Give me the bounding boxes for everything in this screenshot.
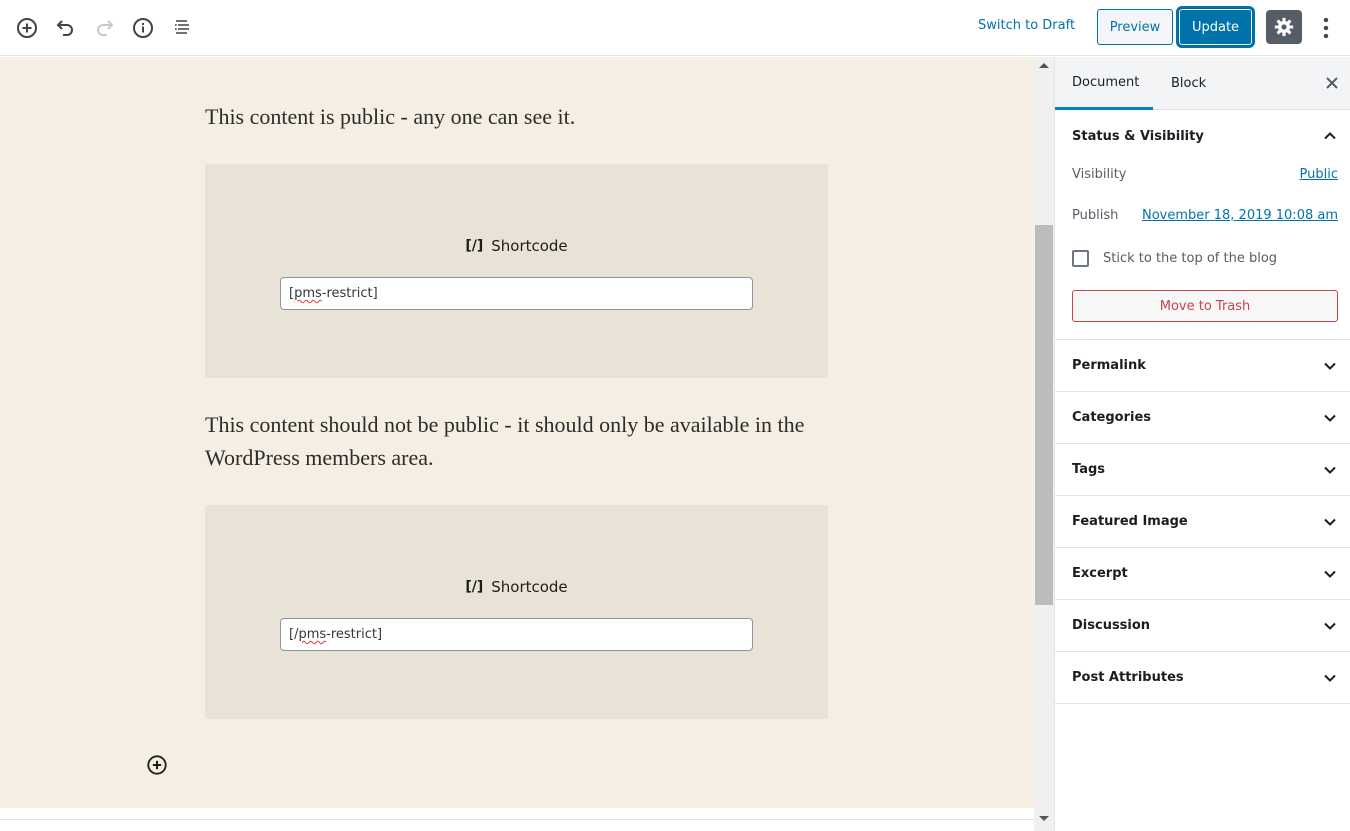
arrow-down-icon: [1039, 816, 1049, 821]
block-navigation-button[interactable]: [168, 14, 196, 42]
panel-permalink[interactable]: Permalink: [1055, 340, 1350, 392]
shortcode-label: [/] Shortcode: [205, 237, 828, 255]
update-button[interactable]: Update: [1178, 8, 1253, 46]
chevron-down-icon: [1324, 674, 1336, 682]
more-tools-button[interactable]: [1314, 14, 1338, 42]
shortcode-icon: [/]: [465, 579, 484, 595]
move-to-trash-button[interactable]: Move to Trash: [1072, 290, 1338, 322]
panel-toggle-status-visibility[interactable]: Status & Visibility: [1055, 110, 1350, 162]
spellcheck-word: pms: [298, 627, 327, 642]
more-vertical-icon: [1323, 17, 1329, 39]
settings-button[interactable]: [1266, 10, 1302, 44]
undo-button[interactable]: [52, 14, 80, 42]
scroll-down-button[interactable]: [1034, 815, 1054, 827]
spellcheck-word: pms: [294, 286, 322, 301]
chevron-down-icon: [1324, 518, 1336, 526]
chevron-down-icon: [1324, 570, 1336, 578]
visibility-row: Visibility Public: [1072, 167, 1338, 182]
panel-title: Categories: [1072, 410, 1152, 425]
panel-tags[interactable]: Tags: [1055, 444, 1350, 496]
sidebar-tabs: Document Block: [1055, 57, 1350, 110]
add-block-inline-button[interactable]: [146, 754, 168, 776]
editor-scrollbar[interactable]: [1034, 57, 1054, 831]
shortcode-input[interactable]: [pms -restrict]: [280, 277, 753, 310]
shortcode-block[interactable]: [/] Shortcode [pms -restrict]: [205, 164, 828, 378]
gear-icon: [1274, 17, 1294, 37]
redo-icon: [97, 20, 114, 36]
undo-icon: [56, 20, 73, 36]
panel-title: Featured Image: [1072, 514, 1188, 529]
arrow-up-icon: [1039, 63, 1049, 68]
editor-canvas: This content is public - any one can see…: [0, 57, 1034, 808]
shortcode-input[interactable]: [/pms -restrict]: [280, 618, 753, 651]
sidebar-panels: Permalink Categories Tags Featured Image…: [1055, 340, 1350, 704]
publish-row: Publish November 18, 2019 10:08 am: [1072, 208, 1338, 223]
scroll-up-button[interactable]: [1034, 61, 1054, 73]
shortcode-title: Shortcode: [491, 237, 568, 255]
switch-to-draft-button[interactable]: Switch to Draft: [970, 18, 1083, 33]
close-sidebar-button[interactable]: [1322, 73, 1342, 93]
settings-sidebar: Document Block Status & Visibility Visib…: [1054, 57, 1350, 831]
content-info-button[interactable]: [129, 14, 157, 42]
list-outline-icon: [175, 20, 189, 34]
tab-document[interactable]: Document: [1055, 57, 1153, 110]
visibility-link[interactable]: Public: [1300, 167, 1338, 182]
scrollbar-thumb[interactable]: [1035, 225, 1053, 605]
panel-title: Permalink: [1072, 358, 1146, 373]
panel-title: Discussion: [1072, 618, 1151, 633]
publish-date-link[interactable]: November 18, 2019 10:08 am: [1142, 208, 1338, 223]
editor-area: This content is public - any one can see…: [0, 57, 1034, 831]
chevron-up-icon: [1324, 132, 1336, 140]
visibility-label: Visibility: [1072, 167, 1127, 182]
panel-title: Status & Visibility: [1072, 128, 1204, 144]
chevron-down-icon: [1324, 362, 1336, 370]
panel-status-visibility: Status & Visibility Visibility Public Pu…: [1055, 110, 1350, 340]
sticky-label: Stick to the top of the blog: [1103, 251, 1278, 266]
paragraph-block[interactable]: This content should not be public - it s…: [205, 408, 835, 474]
panel-categories[interactable]: Categories: [1055, 392, 1350, 444]
shortcode-text-suffix: -restrict]: [321, 286, 378, 301]
preview-button[interactable]: Preview: [1097, 9, 1173, 45]
publish-label: Publish: [1072, 208, 1119, 223]
chevron-down-icon: [1324, 622, 1336, 630]
chevron-down-icon: [1324, 414, 1336, 422]
shortcode-title: Shortcode: [491, 578, 568, 596]
paragraph-block[interactable]: This content is public - any one can see…: [205, 100, 835, 133]
panel-title: Tags: [1072, 462, 1106, 477]
panel-excerpt[interactable]: Excerpt: [1055, 548, 1350, 600]
plus-circle-icon: [17, 18, 37, 38]
shortcode-block[interactable]: [/] Shortcode [/pms -restrict]: [205, 505, 828, 719]
editor-toolbar: Switch to Draft Preview Update: [0, 0, 1350, 56]
divider: [0, 819, 1034, 820]
sticky-checkbox-row[interactable]: Stick to the top of the blog: [1072, 250, 1277, 267]
shortcode-icon: [/]: [465, 238, 484, 254]
panel-featured-image[interactable]: Featured Image: [1055, 496, 1350, 548]
shortcode-label: [/] Shortcode: [205, 578, 828, 596]
redo-button[interactable]: [90, 14, 118, 42]
panel-discussion[interactable]: Discussion: [1055, 600, 1350, 652]
add-block-button[interactable]: [13, 14, 41, 42]
sticky-checkbox[interactable]: [1072, 250, 1089, 267]
panel-title: Excerpt: [1072, 566, 1128, 581]
shortcode-text-prefix: [/: [289, 627, 299, 642]
chevron-down-icon: [1324, 466, 1336, 474]
close-icon: [1326, 77, 1338, 89]
tab-block[interactable]: Block: [1171, 57, 1206, 110]
panel-post-attributes[interactable]: Post Attributes: [1055, 652, 1350, 704]
plus-circle-icon: [147, 755, 167, 775]
info-icon: [133, 18, 153, 38]
panel-title: Post Attributes: [1072, 670, 1184, 685]
shortcode-text-suffix: -restrict]: [326, 627, 383, 642]
